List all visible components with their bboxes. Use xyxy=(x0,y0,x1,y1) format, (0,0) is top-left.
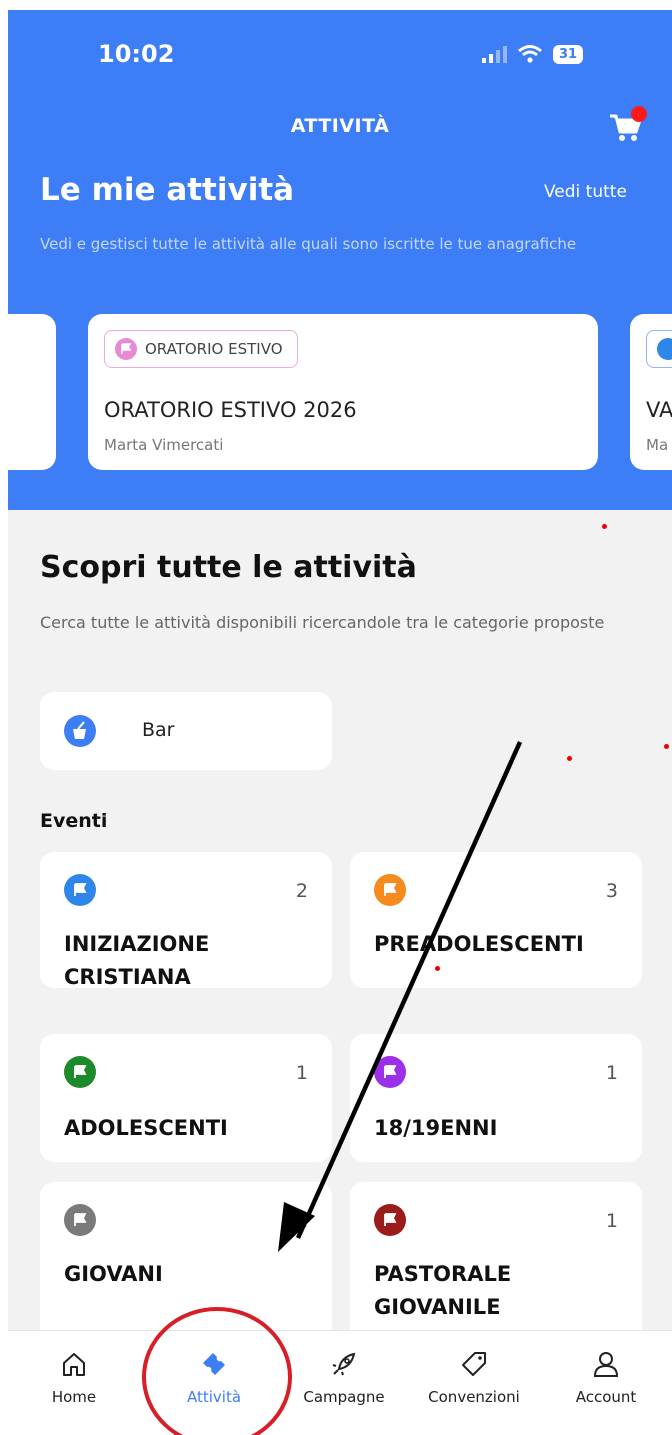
annotation-dot xyxy=(664,744,669,749)
tab-convenzioni[interactable]: Convenzioni xyxy=(408,1331,540,1435)
bar-category-button[interactable]: Bar xyxy=(40,692,332,770)
battery-indicator: 31 xyxy=(553,44,584,64)
event-count: 1 xyxy=(295,1062,308,1084)
activity-card[interactable]: ORATORIO ESTIVO ORATORIO ESTIVO 2026 Mar… xyxy=(88,314,598,470)
flag-icon xyxy=(115,338,137,360)
events-heading: Eventi xyxy=(40,810,108,832)
tab-home[interactable]: Home xyxy=(8,1331,140,1435)
header-section: 10:02 31 ATTIVITÀ Le mie attività Vedi t… xyxy=(8,10,672,510)
activity-category-tag xyxy=(646,330,672,368)
activity-category-tag: ORATORIO ESTIVO xyxy=(104,330,298,368)
ticket-icon xyxy=(203,1353,225,1375)
my-activities-subtitle: Vedi e gestisci tutte le attività alle q… xyxy=(40,235,577,253)
signal-icon xyxy=(482,45,507,63)
home-icon xyxy=(63,1353,85,1376)
tab-account[interactable]: Account xyxy=(540,1331,672,1435)
wifi-icon xyxy=(518,45,542,63)
activity-card-previous[interactable] xyxy=(8,314,56,470)
status-time: 10:02 xyxy=(98,40,175,68)
rocket-icon xyxy=(332,1352,356,1376)
flag-icon xyxy=(374,1056,406,1088)
bottom-tab-bar: Home Attività Campagne Convenzioni Accou… xyxy=(8,1330,672,1435)
tab-campagne[interactable]: Campagne xyxy=(278,1331,410,1435)
annotation-dot xyxy=(435,966,440,971)
discover-subtitle: Cerca tutte le attività disponibili rice… xyxy=(40,613,605,632)
event-category-card[interactable]: 3 PREADOLESCENTI xyxy=(350,852,642,988)
tab-label: Home xyxy=(51,1388,97,1406)
activity-owner: Ma xyxy=(646,436,669,454)
tag-icon xyxy=(462,1352,486,1376)
tab-label: Campagne xyxy=(303,1388,385,1406)
tag-label: ORATORIO ESTIVO xyxy=(145,340,283,358)
bar-icon xyxy=(64,715,96,747)
annotation-dot xyxy=(602,524,607,529)
status-icons: 31 xyxy=(482,44,584,64)
activity-card-next[interactable]: VA Ma xyxy=(630,314,672,470)
flag-icon xyxy=(374,874,406,906)
activity-owner: Marta Vimercati xyxy=(104,436,224,454)
bar-label: Bar xyxy=(142,719,175,741)
page-title: ATTIVITÀ xyxy=(290,115,390,137)
tab-label: Convenzioni xyxy=(428,1388,520,1406)
event-category-card[interactable]: 1 PASTORALE GIOVANILE xyxy=(350,1182,642,1342)
see-all-link[interactable]: Vedi tutte xyxy=(544,182,627,202)
event-count: 1 xyxy=(605,1210,618,1232)
event-label: INIZIAZIONE CRISTIANA xyxy=(64,932,210,989)
flag-icon xyxy=(374,1204,406,1236)
activity-title: VA xyxy=(646,398,672,422)
event-category-card[interactable]: 2 INIZIAZIONE CRISTIANA xyxy=(40,852,332,989)
flag-icon xyxy=(64,1204,96,1236)
event-count: 1 xyxy=(295,1210,308,1232)
app-screen: 10:02 31 ATTIVITÀ Le mie attività Vedi t… xyxy=(8,10,672,1435)
event-category-card[interactable]: 1 ADOLESCENTI xyxy=(40,1034,332,1162)
event-count: 2 xyxy=(295,880,308,902)
annotation-dot xyxy=(567,756,572,761)
discover-title: Scopri tutte le attività xyxy=(40,550,417,585)
annotation-arrow-line xyxy=(295,741,523,1239)
flag-icon xyxy=(64,1056,96,1088)
user-icon xyxy=(593,1352,619,1377)
tab-label: Account xyxy=(575,1388,637,1406)
event-label: 18/19ENNI xyxy=(374,1116,498,1140)
event-category-card[interactable]: 1 18/19ENNI xyxy=(350,1034,642,1162)
flag-icon xyxy=(657,338,672,360)
event-label: GIOVANI xyxy=(64,1262,163,1286)
tab-label: Attività xyxy=(186,1388,242,1406)
event-category-card[interactable]: 1 GIOVANI xyxy=(40,1182,332,1342)
activity-title: ORATORIO ESTIVO 2026 xyxy=(104,398,357,422)
event-label: PREADOLESCENTI xyxy=(374,932,584,956)
tab-attivita[interactable]: Attività xyxy=(148,1331,280,1435)
event-label: PASTORALE GIOVANILE xyxy=(374,1262,512,1319)
flag-icon xyxy=(64,874,96,906)
cart-badge xyxy=(631,106,647,122)
event-count: 1 xyxy=(605,1062,618,1084)
event-count: 3 xyxy=(605,880,618,902)
event-label: ADOLESCENTI xyxy=(64,1116,228,1140)
my-activities-title: Le mie attività xyxy=(40,172,295,208)
